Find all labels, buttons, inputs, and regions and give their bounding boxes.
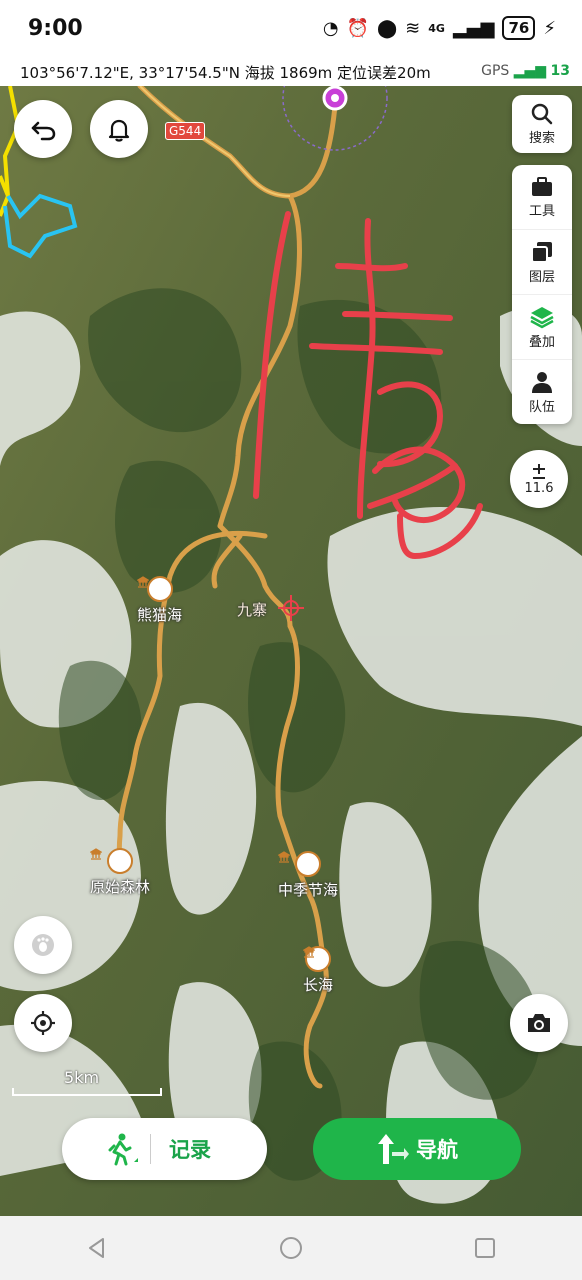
poi-label: 九寨 [237,601,268,619]
alarm-icon: ⏰ [346,17,370,39]
poi-label: 长海 [303,976,334,994]
poi-jiuzhai[interactable]: 九寨 [237,597,267,620]
poi-panda-lake[interactable]: 熊猫海 [137,576,182,625]
team-icon [532,371,552,393]
toolbox-icon [532,176,552,196]
tools-label: 工具 [528,203,555,219]
poi-label: 原始森林 [90,878,151,896]
scenic-spot-icon [303,946,331,972]
scale-label: 5km [64,1068,100,1087]
gps-label: GPS [481,63,510,79]
search-panel: 搜索 [512,95,572,153]
overlay-stack-icon [530,306,554,328]
system-home-icon[interactable] [278,1235,304,1261]
location-icon: ⬤ [377,17,398,39]
back-arrow-icon [31,121,56,141]
footprint-icon [32,934,54,956]
navigate-label: 导航 [416,1138,458,1162]
poi-label: 中季节海 [278,881,339,899]
status-bar: 9:00 ◔ ⏰ ⬤ ≋ 4G ▂▄▆ 76 ⚡ [0,0,582,58]
notification-button[interactable] [90,100,148,158]
layers-icon [531,241,552,263]
gps-satellite-count: 13 [550,63,570,79]
search-button[interactable]: 搜索 [512,95,572,153]
gps-status: GPS ▂▄▆ 13 [481,63,570,79]
poi-label: 熊猫海 [137,606,183,624]
crosshair-locate-icon [31,1011,55,1035]
gps-signal-icon: ▂▄▆ [513,63,547,79]
scale-bar [12,1088,162,1096]
poi-primeval-forest[interactable]: 原始森林 [90,848,150,897]
back-button[interactable] [14,100,72,158]
system-recents-icon[interactable] [473,1236,497,1260]
bell-icon [108,119,130,142]
search-icon [531,103,553,124]
scenic-spot-icon [278,851,321,877]
navigate-button[interactable]: 导航 [313,1118,521,1180]
divider [150,1134,151,1164]
team-label: 队伍 [528,399,555,415]
hiker-icon [108,1133,138,1166]
navigation-arrow-icon [378,1134,409,1164]
overlay-button[interactable]: 叠加 [512,295,572,360]
battery-level: 76 [502,16,536,40]
satellite-terrain [0,86,582,1216]
system-back-icon[interactable] [85,1236,109,1260]
system-navigation-bar [0,1216,582,1280]
record-track-button[interactable]: 记录 [62,1118,267,1180]
record-label: 记录 [169,1138,211,1162]
data-saver-icon: ◔ [322,17,339,39]
zoom-plus-minus-icon [533,463,545,479]
locate-me-button[interactable] [14,994,72,1052]
search-label: 搜索 [528,130,555,146]
map-canvas[interactable]: G544 熊猫海 九寨 原始森林 中季节海 长海 5km [0,86,582,1216]
camera-button[interactable] [510,994,568,1052]
charging-icon: ⚡ [543,17,556,39]
poi-middle-season-lake[interactable]: 中季节海 [278,851,338,900]
layers-label: 图层 [528,269,555,285]
poi-long-lake[interactable]: 长海 [303,946,333,995]
scenic-spot-icon [90,848,133,874]
zoom-level-value: 11.6 [524,480,554,496]
tools-button[interactable]: 工具 [512,165,572,230]
coordinate-bar: 103°56'7.12"E, 33°17'54.5"N 海拔 1869m 定位误… [0,58,582,87]
footprint-button[interactable] [14,916,72,974]
map-toolbar: 工具 图层 叠加 队伍 [512,165,572,424]
network-label: 4G [428,21,445,35]
scenic-spot-icon [137,576,173,602]
layers-button[interactable]: 图层 [512,230,572,295]
wifi-icon: ≋ [405,17,421,39]
zoom-level-button[interactable]: 11.6 [510,450,568,508]
road-number-badge: G544 [165,122,206,140]
team-button[interactable]: 队伍 [512,360,572,424]
status-time: 9:00 [28,16,83,41]
camera-icon [528,1014,550,1032]
coordinate-readout: 103°56'7.12"E, 33°17'54.5"N 海拔 1869m 定位误… [20,64,431,82]
overlay-label: 叠加 [528,334,555,350]
signal-icon: ▂▄▆ [452,17,495,39]
status-icons: ◔ ⏰ ⬤ ≋ 4G ▂▄▆ 76 ⚡ [323,16,556,40]
